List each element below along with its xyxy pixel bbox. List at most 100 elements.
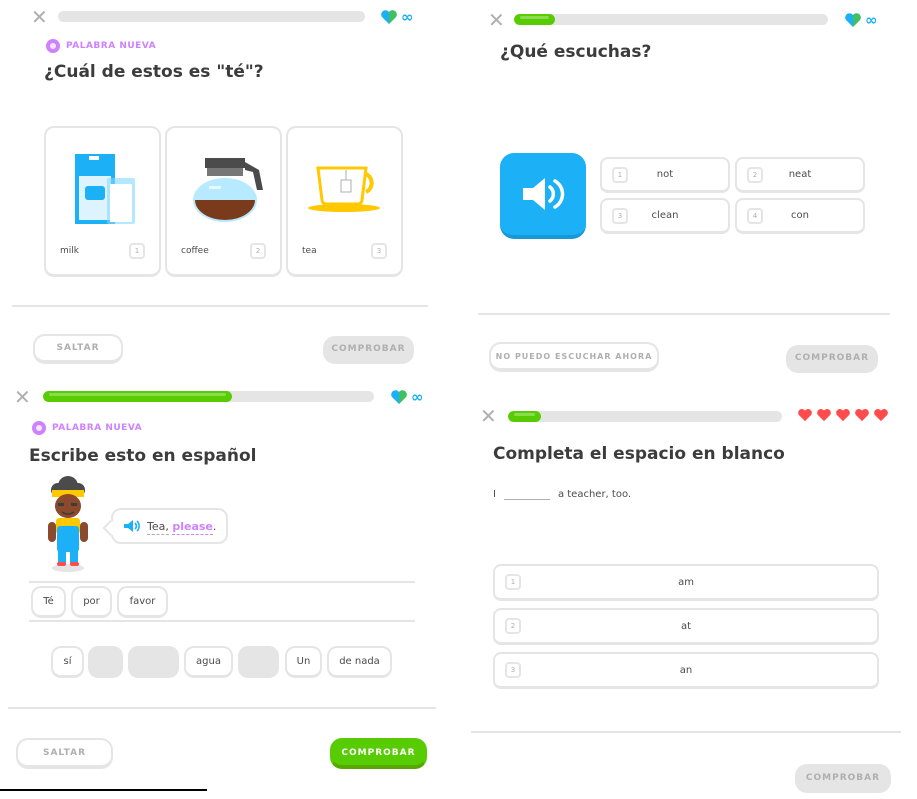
- heart-icon: [381, 10, 397, 24]
- footer-divider: [12, 305, 428, 307]
- skip-button[interactable]: SALTAR: [33, 334, 123, 364]
- option-key: 2: [747, 166, 763, 183]
- word-bank-tile[interactable]: de nada: [327, 646, 392, 678]
- check-button[interactable]: COMPROBAR: [786, 345, 878, 373]
- option-not[interactable]: 1 not: [600, 157, 730, 193]
- hearts-infinity: ∞: [380, 8, 414, 26]
- word-bank-slot-empty: [88, 646, 123, 678]
- question-title: Completa el espacio en blanco: [493, 444, 785, 464]
- check-button[interactable]: COMPROBAR: [323, 336, 414, 364]
- card-key: 2: [250, 243, 266, 259]
- option-at[interactable]: 2 at: [493, 608, 879, 645]
- option-label: neat: [788, 169, 812, 180]
- speech-bubble: Tea, please.: [111, 508, 229, 544]
- speaker-icon: [523, 178, 565, 210]
- new-word-icon: [32, 421, 46, 435]
- word-bank-slot-empty: [128, 646, 179, 678]
- option-an[interactable]: 3 an: [493, 652, 879, 689]
- choice-card-coffee[interactable]: coffee 2: [165, 126, 282, 277]
- answer-tile[interactable]: por: [71, 586, 112, 618]
- close-icon[interactable]: ✕: [480, 406, 497, 426]
- bubble-word-please[interactable]: please: [172, 519, 213, 535]
- question-title: ¿Qué escuchas?: [500, 42, 652, 62]
- blank-slot[interactable]: [503, 488, 550, 500]
- speaker-icon[interactable]: [123, 519, 141, 533]
- footer-divider: [8, 707, 436, 709]
- sentence: I a teacher, too.: [493, 488, 631, 500]
- bottom-edge-line: [0, 789, 207, 791]
- word-bank-tile[interactable]: agua: [184, 646, 233, 678]
- option-label: not: [656, 169, 674, 180]
- sentence-start: I: [493, 489, 496, 500]
- progress-bar: [58, 11, 365, 22]
- character-avatar: [48, 476, 88, 572]
- word-bank-tile[interactable]: sí: [51, 646, 84, 678]
- option-neat[interactable]: 2 neat: [735, 157, 865, 193]
- progress-bar: [514, 14, 828, 25]
- progress-fill: [43, 391, 232, 402]
- close-icon[interactable]: ✕: [488, 10, 505, 30]
- new-word-label: PALABRA NUEVA: [66, 41, 157, 51]
- infinity-label: ∞: [865, 11, 878, 29]
- option-key: 1: [612, 166, 628, 183]
- option-label: at: [680, 620, 692, 632]
- new-word-icon: [46, 39, 60, 53]
- card-label: tea: [302, 246, 317, 256]
- new-word-badge: PALABRA NUEVA: [32, 421, 142, 435]
- heart-icon: [817, 409, 831, 422]
- progress-bar: [508, 411, 782, 422]
- hearts-infinity: ∞: [390, 388, 424, 406]
- hearts-infinity: ∞: [844, 11, 878, 29]
- question-title: ¿Cuál de estos es "té"?: [44, 62, 264, 82]
- bubble-period: .: [212, 519, 217, 533]
- option-key: 3: [612, 207, 628, 224]
- option-key: 4: [747, 207, 763, 224]
- play-audio-button[interactable]: [500, 153, 586, 239]
- heart-icon: [874, 409, 888, 422]
- bubble-word-tea[interactable]: Tea,: [147, 519, 169, 535]
- progress-bar: [43, 391, 374, 402]
- word-bank-tile[interactable]: Un: [285, 646, 322, 678]
- option-key: 1: [505, 574, 521, 590]
- heart-icon: [391, 390, 407, 404]
- close-icon[interactable]: ✕: [31, 7, 48, 27]
- hearts-remaining: [797, 408, 889, 422]
- skip-button[interactable]: SALTAR: [16, 738, 113, 769]
- close-icon[interactable]: ✕: [14, 387, 31, 407]
- heart-icon: [836, 409, 850, 422]
- answer-tile[interactable]: Té: [31, 586, 66, 618]
- card-key: 3: [371, 243, 387, 259]
- panel-translate: ✕ ∞ PALABRA NUEVA Escribe esto en españo…: [0, 384, 458, 799]
- progress-fill: [514, 14, 555, 25]
- new-word-label: PALABRA NUEVA: [52, 423, 143, 433]
- panel-fill-blank: ✕ Completa el espacio en blanco I a teac…: [458, 384, 917, 799]
- choice-card-milk[interactable]: milk 1: [44, 126, 161, 277]
- progress-fill: [508, 411, 541, 422]
- panel-what-do-you-hear: ✕ ∞ ¿Qué escuchas? 1 not 2 neat 3 clean …: [458, 0, 917, 384]
- answer-line-top: [29, 581, 415, 583]
- choice-card-tea[interactable]: tea 3: [286, 126, 403, 277]
- word-bank-slot-empty: [238, 646, 279, 678]
- heart-icon: [798, 409, 812, 422]
- new-word-badge: PALABRA NUEVA: [46, 39, 156, 53]
- option-key: 2: [505, 618, 521, 634]
- check-button[interactable]: COMPROBAR: [795, 764, 891, 793]
- option-label: am: [678, 576, 694, 588]
- answer-tile[interactable]: favor: [117, 586, 168, 618]
- infinity-label: ∞: [401, 8, 414, 26]
- option-clean[interactable]: 3 clean: [600, 198, 730, 234]
- sentence-end: a teacher, too.: [557, 489, 632, 500]
- milk-carton-icon: [75, 154, 135, 224]
- check-button[interactable]: COMPROBAR: [330, 738, 427, 769]
- option-am[interactable]: 1 am: [493, 564, 879, 601]
- card-label: milk: [60, 246, 79, 256]
- answer-line-bottom: [29, 620, 415, 622]
- cant-listen-button[interactable]: NO PUEDO ESCUCHAR AHORA: [489, 342, 659, 372]
- question-title: Escribe esto en español: [29, 446, 257, 466]
- option-con[interactable]: 4 con: [735, 198, 865, 234]
- option-label: con: [791, 210, 809, 221]
- infinity-label: ∞: [411, 388, 424, 406]
- coffee-pot-icon: [193, 158, 263, 222]
- heart-icon: [845, 13, 861, 27]
- footer-divider: [478, 313, 890, 315]
